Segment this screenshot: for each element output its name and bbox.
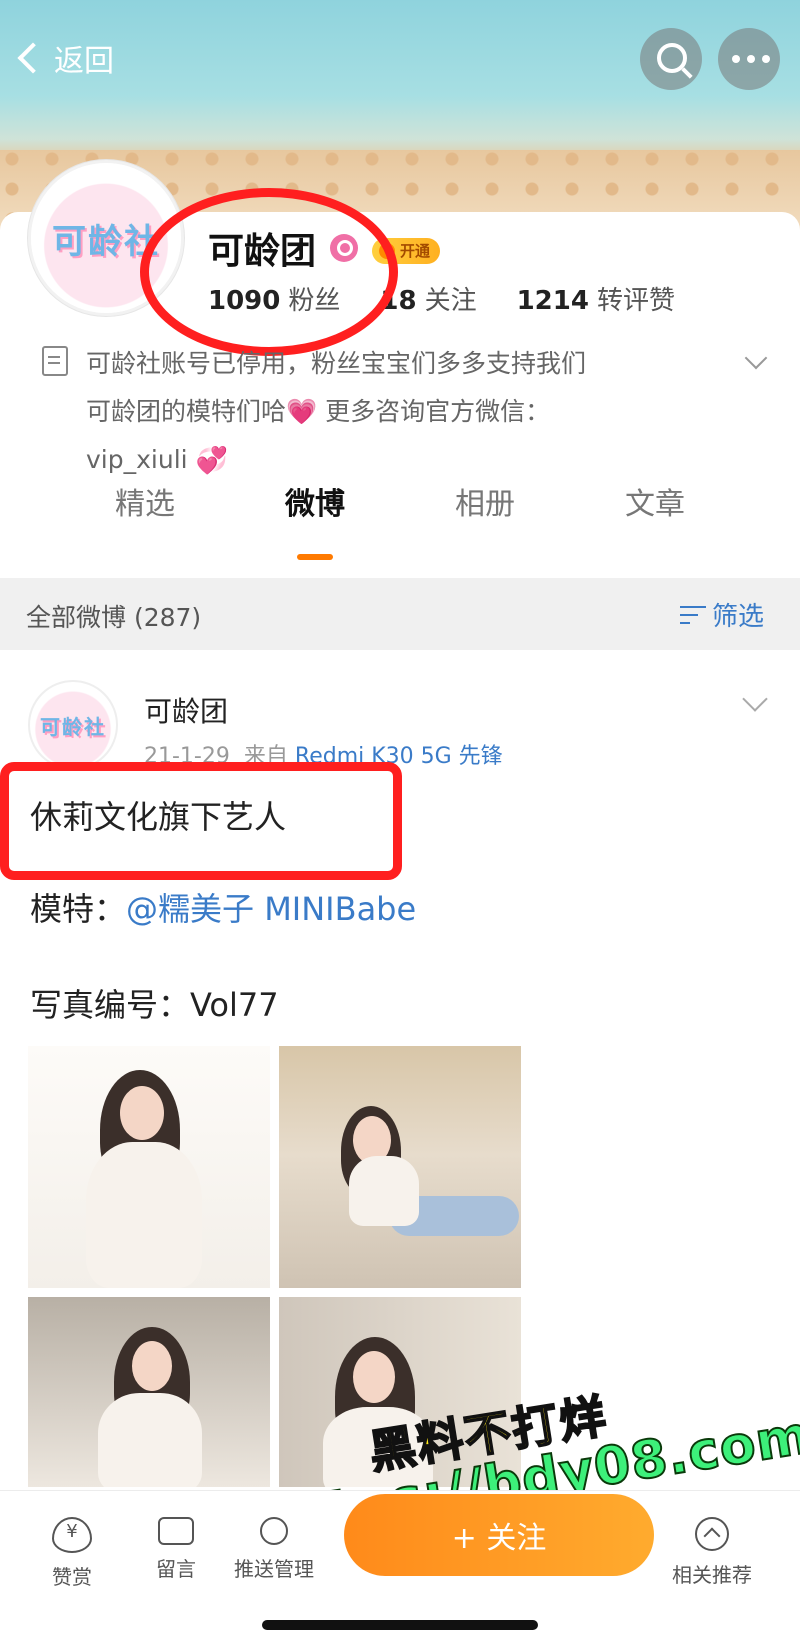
back-button[interactable]: 返回 (17, 36, 114, 80)
home-indicator (262, 1620, 538, 1630)
filter-icon (680, 604, 706, 626)
push-settings-button[interactable]: 推送管理 (226, 1517, 322, 1582)
post-photo-2[interactable] (279, 1046, 521, 1288)
heart-emoji-icon: 💞 (195, 446, 228, 476)
post-photo-1[interactable] (28, 1046, 270, 1288)
reward-icon (52, 1517, 92, 1553)
tab-featured[interactable]: 精选 (115, 480, 175, 546)
push-icon (260, 1517, 288, 1545)
document-icon (42, 346, 68, 376)
stat-engagement[interactable]: 1214 转评赞 (517, 280, 675, 317)
chevron-left-icon (17, 42, 49, 74)
filter-button[interactable]: 筛选 (680, 596, 764, 633)
annotation-circle (140, 188, 398, 356)
profile-tabs: 精选 微博 相册 文章 (0, 480, 800, 560)
post-text-line3: 写真编号：Vol77 (30, 986, 279, 1024)
post-author[interactable]: 可龄团 (144, 690, 228, 730)
mention-link[interactable]: @糯美子 MINIBabe (126, 890, 416, 928)
more-button[interactable] (718, 28, 780, 90)
tab-album[interactable]: 相册 (455, 480, 515, 546)
follow-button[interactable]: + 关注 (344, 1494, 654, 1576)
search-icon (657, 43, 687, 73)
tab-weibo[interactable]: 微博 (285, 480, 345, 560)
message-icon (158, 1517, 194, 1545)
search-button[interactable] (640, 28, 702, 90)
post-photo-3[interactable] (28, 1297, 270, 1487)
more-icon (732, 55, 770, 63)
all-posts-count: 全部微博 (287) (26, 603, 202, 632)
post-text-line2: 模特：@糯美子 MINIBabe (30, 890, 417, 928)
vip-badge-label: 开通 (400, 242, 431, 260)
follow-label: + 关注 (451, 1521, 547, 1556)
annotation-box (0, 762, 402, 880)
chevron-up-icon (695, 1517, 729, 1551)
post-menu-chevron-icon[interactable] (742, 686, 768, 712)
post-avatar[interactable]: 可龄社 (28, 680, 118, 770)
related-recommend-button[interactable]: 相关推荐 (664, 1517, 760, 1588)
filter-bar: 全部微博 (287) 筛选 (0, 578, 800, 650)
post-avatar-logo-text: 可龄社 (40, 714, 106, 739)
reward-button[interactable]: 赞赏 (24, 1517, 120, 1590)
profile-description: 可龄社账号已停用，粉丝宝宝们多多支持我们 可龄团的模特们哈💗 更多咨询官方微信：… (86, 340, 696, 485)
back-label: 返回 (54, 44, 114, 79)
tab-articles[interactable]: 文章 (625, 480, 685, 546)
message-button[interactable]: 留言 (128, 1517, 224, 1582)
